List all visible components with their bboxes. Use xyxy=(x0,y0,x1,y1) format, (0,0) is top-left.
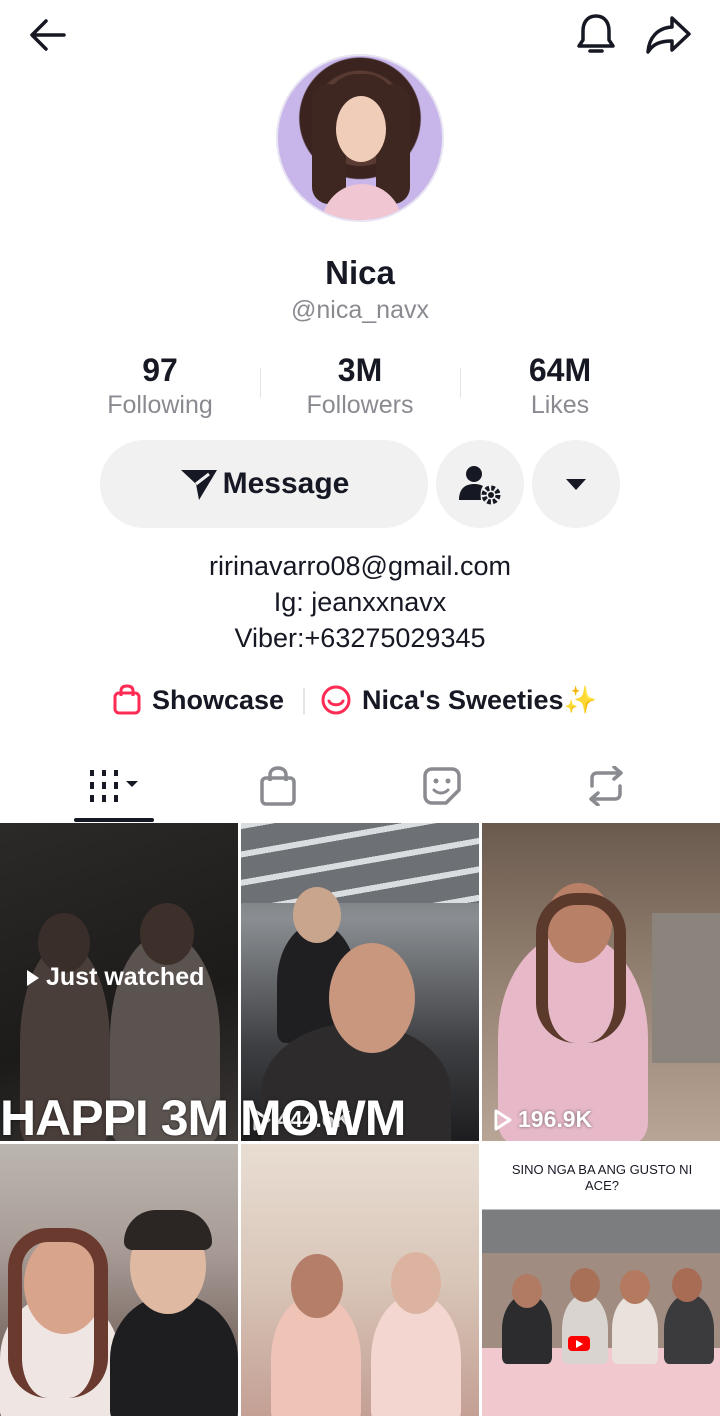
stat-following[interactable]: 97 Following xyxy=(60,350,260,420)
video-thumbnail[interactable] xyxy=(241,1144,479,1416)
showcase-link[interactable]: Showcase xyxy=(112,680,284,720)
username: @nica_navx xyxy=(291,296,429,324)
repost-icon xyxy=(589,766,623,806)
following-label: Following xyxy=(107,391,213,419)
view-count: 196.9K xyxy=(494,1106,592,1133)
user-gear-icon xyxy=(459,466,501,505)
share-button[interactable] xyxy=(640,10,696,60)
notification-button[interactable] xyxy=(570,10,622,60)
video-caption: SINO NGA BA ANG GUSTO NI ACE? xyxy=(511,1162,693,1193)
link-divider xyxy=(303,688,305,714)
video-grid: Just watched 444.6K 196.9K HAPPI 3M MOWM xyxy=(0,823,720,1416)
stat-followers[interactable]: 3M Followers xyxy=(260,350,460,420)
video-thumbnail[interactable]: 196.9K xyxy=(482,823,720,1141)
bio-line: ririnavarro08@gmail.com xyxy=(209,551,511,581)
bio: ririnavarro08@gmail.com Ig: jeanxxnavx V… xyxy=(0,548,720,656)
following-count: 97 xyxy=(142,352,178,388)
shopping-bag-icon xyxy=(113,684,141,715)
sticker-face-icon xyxy=(423,767,461,805)
message-label: Message xyxy=(222,467,350,500)
caret-down-icon xyxy=(566,479,586,490)
followers-count: 3M xyxy=(337,352,383,388)
avatar[interactable] xyxy=(276,54,444,222)
profile-links: Showcase Nica's Sweeties✨ xyxy=(0,680,720,720)
bio-line: Ig: jeanxxnavx xyxy=(273,587,447,617)
tab-sticker[interactable] xyxy=(402,750,482,822)
group-link[interactable]: Nica's Sweeties✨ xyxy=(320,680,597,720)
shopping-bag-icon xyxy=(260,766,296,806)
group-label: Nica's Sweeties✨ xyxy=(362,685,598,715)
youtube-logo-icon xyxy=(568,1336,590,1351)
stat-likes[interactable]: 64M Likes xyxy=(460,350,660,420)
video-caption-overlay: MOWM xyxy=(240,1090,406,1146)
tab-reposts[interactable] xyxy=(566,750,646,822)
message-button[interactable]: Message xyxy=(100,440,428,528)
tab-videos[interactable] xyxy=(74,750,154,822)
play-outline-icon xyxy=(494,1109,512,1130)
active-tab-indicator xyxy=(74,818,154,822)
group-chat-icon xyxy=(321,685,351,715)
display-name: Nica xyxy=(325,254,395,291)
bell-icon xyxy=(577,14,615,53)
friend-settings-button[interactable] xyxy=(436,440,524,528)
arrow-left-icon xyxy=(30,19,66,51)
grid-bars-icon xyxy=(90,770,138,802)
share-arrow-icon xyxy=(646,16,691,54)
followers-label: Followers xyxy=(306,391,414,419)
video-thumbnail[interactable] xyxy=(0,1144,238,1416)
showcase-label: Showcase xyxy=(152,684,285,715)
content-tabs xyxy=(0,750,720,822)
profile-stats: 97 Following 3M Followers 64M Likes xyxy=(60,350,660,422)
video-thumbnail[interactable]: SINO NGA BA ANG GUSTO NI ACE? xyxy=(482,1144,720,1416)
play-icon xyxy=(27,969,39,986)
likes-label: Likes xyxy=(530,391,590,419)
bio-line: Viber:+63275029345 xyxy=(234,623,486,653)
video-caption-overlay: HAPPI 3M xyxy=(0,1090,229,1146)
just-watched-label: Just watched xyxy=(26,963,204,992)
back-button[interactable] xyxy=(22,12,74,58)
tab-shop[interactable] xyxy=(238,750,318,822)
more-options-button[interactable] xyxy=(532,440,620,528)
paper-plane-icon xyxy=(180,470,217,500)
likes-count: 64M xyxy=(528,352,592,388)
